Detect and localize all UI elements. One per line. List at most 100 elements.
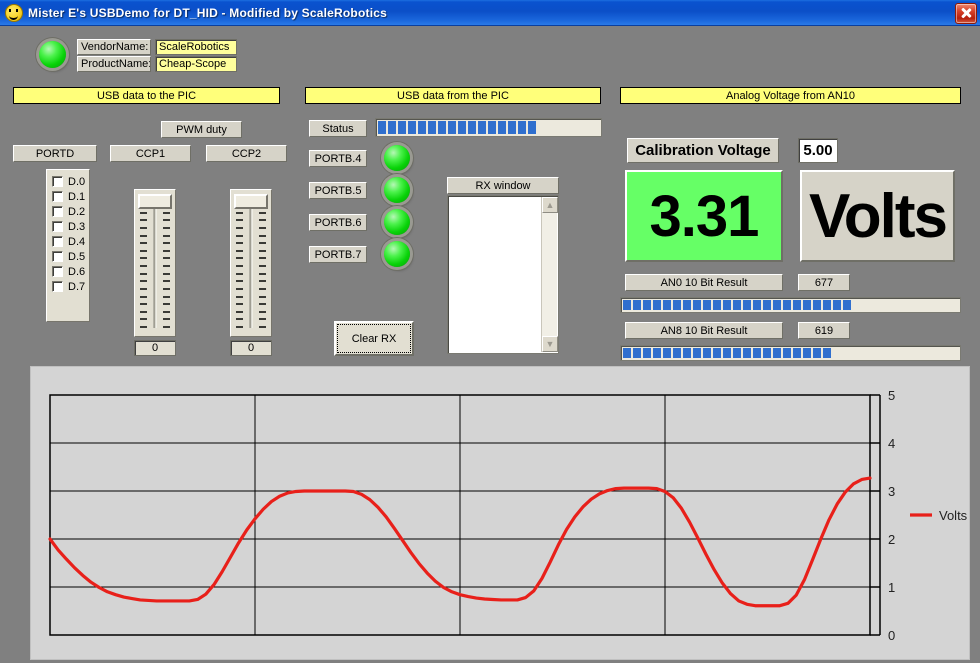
progress-segment <box>823 348 831 358</box>
scroll-up-icon[interactable]: ▲ <box>542 197 558 213</box>
checkbox-d6[interactable] <box>52 266 63 277</box>
slider-tick <box>163 235 170 237</box>
slider-tick <box>140 265 147 267</box>
y-axis-tick-label: 5 <box>888 388 895 403</box>
an0-progress-segments <box>623 300 958 310</box>
smiley-face-icon <box>5 4 23 22</box>
portd-checkbox-row[interactable]: D.0 <box>52 174 89 189</box>
scroll-down-icon[interactable]: ▼ <box>542 336 558 352</box>
an8-result-value: 619 <box>798 322 850 339</box>
progress-segment <box>783 348 791 358</box>
checkbox-d0[interactable] <box>52 176 63 187</box>
checkbox-d5-label: D.5 <box>68 251 85 263</box>
slider-tick <box>259 326 266 328</box>
portb7-led <box>384 241 410 267</box>
progress-segment <box>723 348 731 358</box>
slider-tick <box>163 296 170 298</box>
client-area: VendorName: ScaleRobotics ProductName: C… <box>0 26 980 663</box>
portd-checkbox-row[interactable]: D.4 <box>52 234 89 249</box>
slider-tick <box>259 318 266 320</box>
checkbox-d6-label: D.6 <box>68 266 85 278</box>
slider-tick <box>140 242 147 244</box>
checkbox-d3[interactable] <box>52 221 63 232</box>
portd-checkbox-row[interactable]: D.6 <box>52 264 89 279</box>
progress-segment <box>398 121 406 134</box>
portd-checkbox-row[interactable]: D.2 <box>52 204 89 219</box>
ccp1-header: CCP1 <box>110 145 191 162</box>
oscilloscope-chart: 012345Volts <box>31 367 971 661</box>
portb5-led <box>384 177 410 203</box>
progress-segment <box>793 348 801 358</box>
progress-segment <box>663 348 671 358</box>
rx-window-scrollbar[interactable]: ▲ ▼ <box>541 197 557 352</box>
rx-window-textarea[interactable]: ▲ ▼ <box>447 195 559 354</box>
slider-tick <box>163 311 170 313</box>
progress-segment <box>418 121 426 134</box>
slider-tick <box>236 219 243 221</box>
progress-segment <box>813 300 821 310</box>
ccp2-value[interactable]: 0 <box>230 340 272 356</box>
calibration-voltage-input[interactable]: 5.00 <box>798 138 838 163</box>
portb6-label: PORTB.6 <box>309 214 367 231</box>
checkbox-d7[interactable] <box>52 281 63 292</box>
portb4-label: PORTB.4 <box>309 150 367 167</box>
checkbox-d1[interactable] <box>52 191 63 202</box>
slider-tick <box>259 265 266 267</box>
checkbox-d2[interactable] <box>52 206 63 217</box>
slider-tick <box>140 250 147 252</box>
slider-tick <box>140 326 147 328</box>
progress-segment <box>633 300 641 310</box>
status-progress-bar <box>375 118 602 137</box>
slider-tick <box>259 212 266 214</box>
slider-tick <box>259 303 266 305</box>
ccp1-slider-ticks-left <box>140 190 147 336</box>
checkbox-d3-label: D.3 <box>68 221 85 233</box>
progress-segment <box>518 121 526 134</box>
ccp2-slider-ticks-left <box>236 190 243 336</box>
ccp1-value[interactable]: 0 <box>134 340 176 356</box>
slider-tick <box>259 227 266 229</box>
slider-tick <box>236 311 243 313</box>
slider-tick <box>259 296 266 298</box>
clear-rx-button[interactable]: Clear RX <box>334 321 414 356</box>
portd-checkbox-row[interactable]: D.3 <box>52 219 89 234</box>
slider-tick <box>163 250 170 252</box>
clear-rx-button-label: Clear RX <box>352 333 397 345</box>
y-axis-tick-label: 2 <box>888 532 895 547</box>
voltage-readout: 3.31 <box>625 170 783 262</box>
progress-segment <box>528 121 536 134</box>
portd-checkbox-row[interactable]: D.7 <box>52 279 89 294</box>
progress-segment <box>743 300 751 310</box>
progress-segment <box>773 300 781 310</box>
checkbox-d4[interactable] <box>52 236 63 247</box>
ccp1-slider[interactable] <box>134 189 176 337</box>
progress-segment <box>683 348 691 358</box>
ccp1-slider-thumb[interactable] <box>138 194 172 209</box>
progress-segment <box>448 121 456 134</box>
slider-tick <box>140 303 147 305</box>
slider-tick <box>163 265 170 267</box>
usb-to-pic-header: USB data to the PIC <box>13 87 280 104</box>
ccp2-slider[interactable] <box>230 189 272 337</box>
slider-tick <box>236 242 243 244</box>
slider-tick <box>163 303 170 305</box>
portd-checkbox-row[interactable]: D.5 <box>52 249 89 264</box>
slider-tick <box>259 250 266 252</box>
progress-segment <box>388 121 396 134</box>
slider-tick <box>259 311 266 313</box>
slider-tick <box>140 273 147 275</box>
slider-tick <box>259 280 266 282</box>
progress-segment <box>633 348 641 358</box>
checkbox-d5[interactable] <box>52 251 63 262</box>
progress-segment <box>793 300 801 310</box>
progress-segment <box>733 348 741 358</box>
checkbox-d4-label: D.4 <box>68 236 85 248</box>
checkbox-d1-label: D.1 <box>68 191 85 203</box>
close-icon[interactable] <box>955 3 977 24</box>
ccp2-slider-thumb[interactable] <box>234 194 268 209</box>
window-title: Mister E's USBDemo for DT_HID - Modified… <box>28 6 387 20</box>
progress-segment <box>823 300 831 310</box>
an0-progress-bar <box>620 297 961 313</box>
portd-checkbox-row[interactable]: D.1 <box>52 189 89 204</box>
an8-progress-segments <box>623 348 958 358</box>
